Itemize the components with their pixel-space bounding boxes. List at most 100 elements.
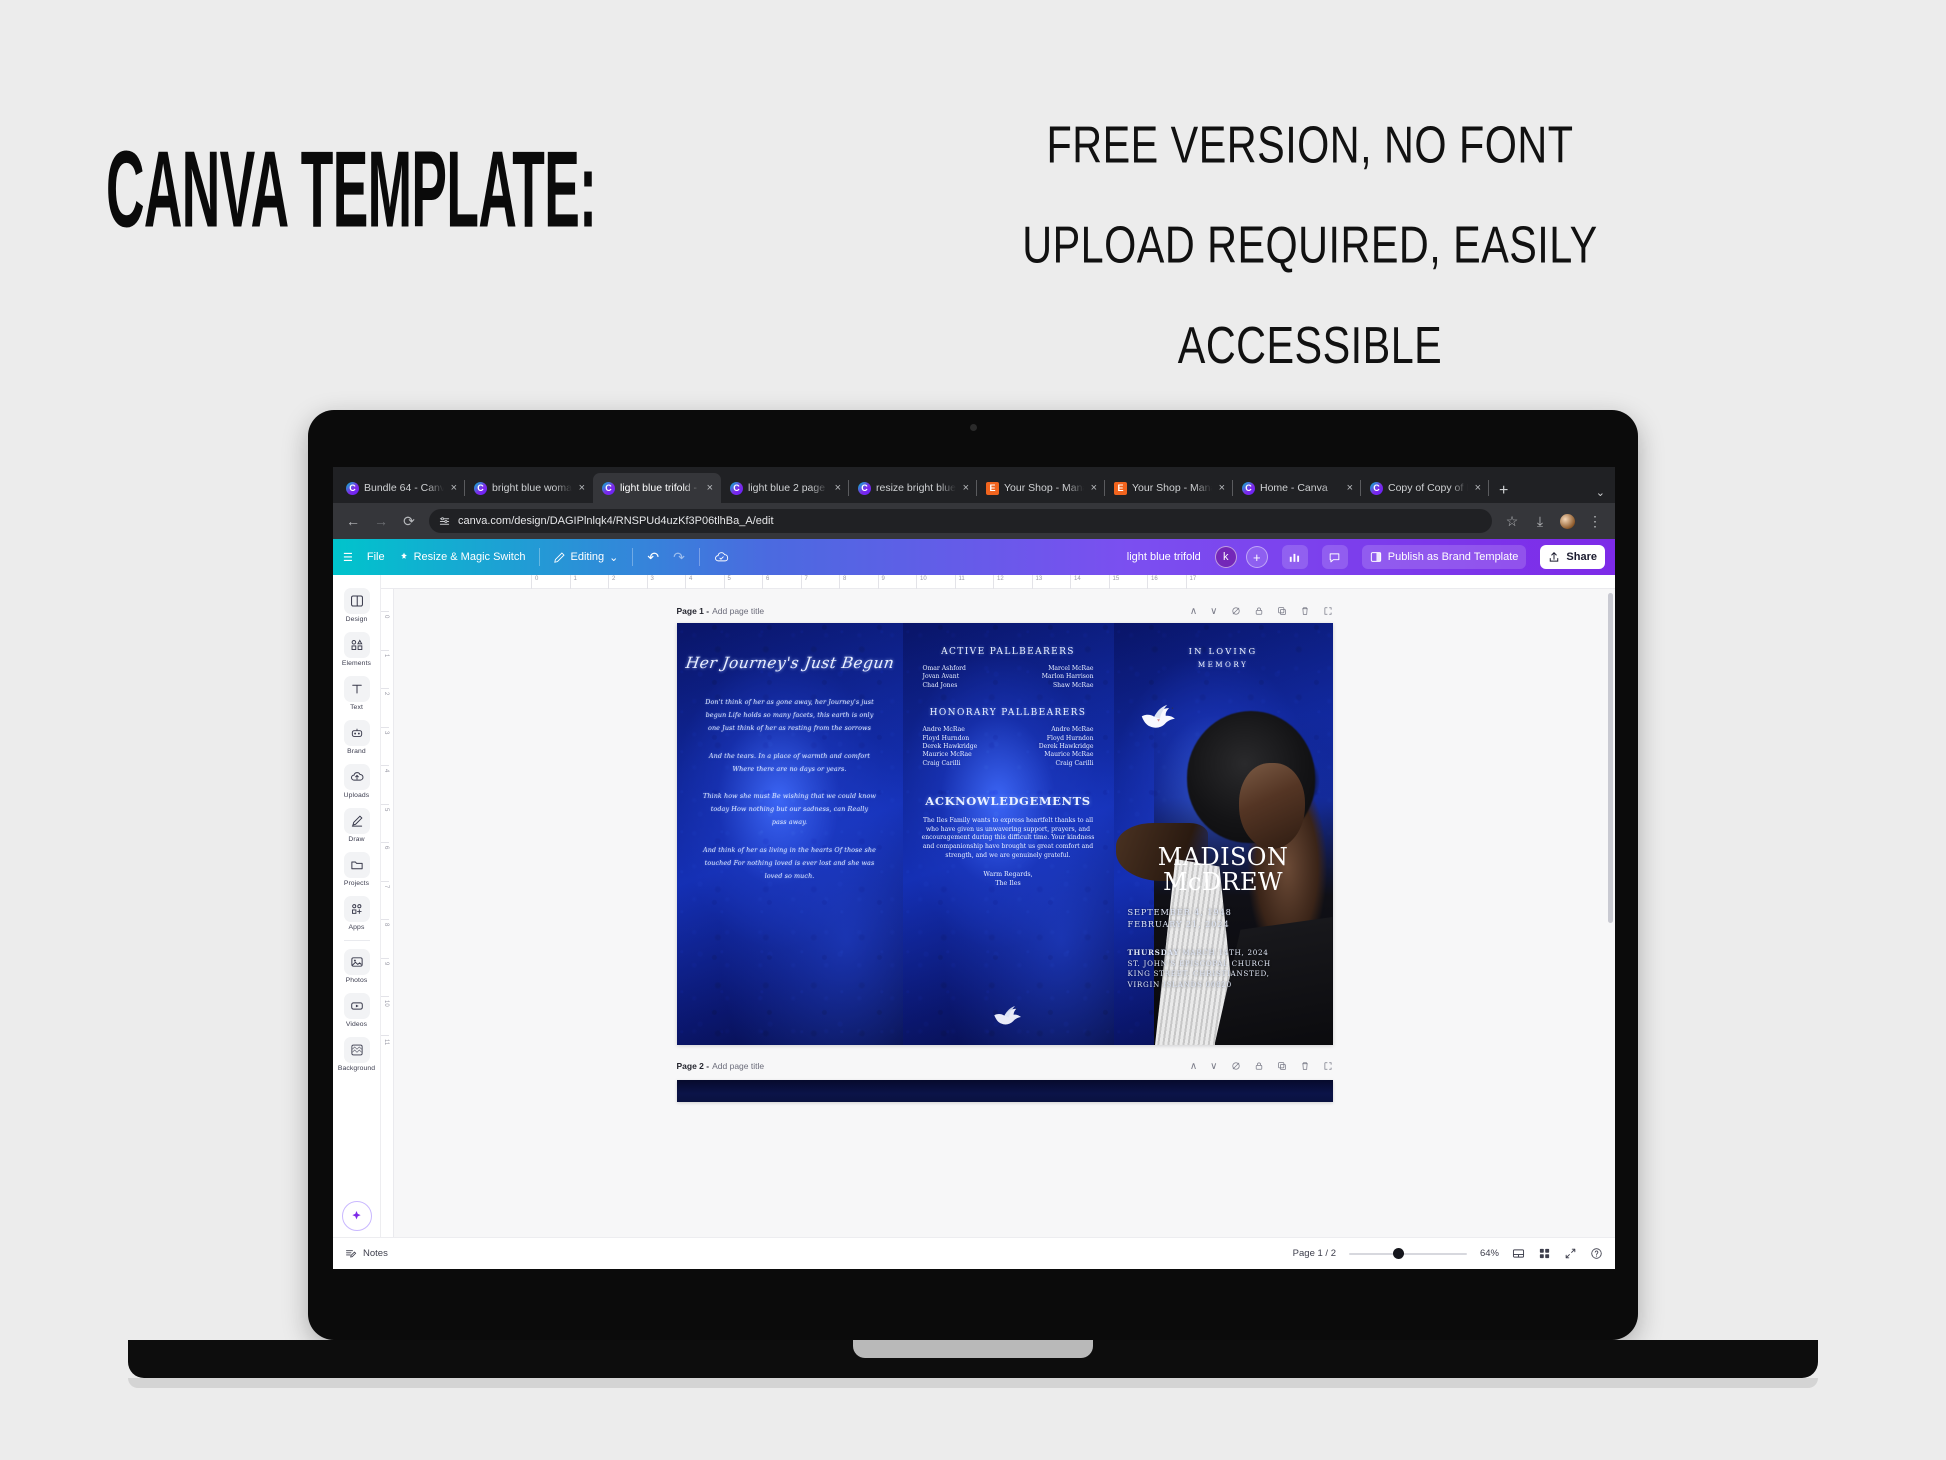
editing-mode-button[interactable]: Editing ⌄ (554, 551, 618, 564)
delete-icon[interactable] (1300, 1061, 1310, 1071)
browser-tab-active[interactable]: C light blue trifold - × (593, 473, 721, 503)
chrome-menu-icon[interactable]: ⋮ (1587, 513, 1603, 530)
delete-icon[interactable] (1300, 606, 1310, 616)
zoom-knob[interactable] (1392, 1248, 1404, 1259)
browser-tab[interactable]: C bright blue woma × (465, 473, 593, 503)
address-bar[interactable]: canva.com/design/DAGIPlnlqk4/RNSPUd4uzKf… (429, 509, 1492, 533)
promo-headline-line-3: ACCESSIBLE (1177, 316, 1443, 375)
resize-magic-switch-button[interactable]: Resize & Magic Switch (399, 551, 526, 563)
pallbearer-name: Jovan Avant (922, 673, 960, 681)
close-icon[interactable]: × (577, 482, 587, 494)
sidebar-item-projects[interactable]: Projects (335, 847, 379, 891)
page-title-input[interactable]: Add page title (712, 1061, 764, 1071)
design-canvas-page-2-preview[interactable] (676, 1080, 1333, 1102)
sidebar-item-draw[interactable]: Draw (335, 803, 379, 847)
close-icon[interactable]: × (961, 482, 971, 494)
page-title-input[interactable]: Add page title (712, 606, 764, 616)
undo-icon[interactable]: ↶ (647, 549, 659, 566)
back-icon[interactable]: ← (345, 513, 361, 529)
hide-page-icon[interactable] (1231, 606, 1241, 616)
sidebar-item-videos[interactable]: Videos (335, 988, 379, 1032)
pallbearer-name: Andre McRae (1051, 726, 1094, 734)
duplicate-icon[interactable] (1277, 1061, 1287, 1071)
browser-tab[interactable]: E Your Shop - Mana × (977, 473, 1105, 503)
close-icon[interactable]: × (705, 482, 715, 494)
move-up-icon[interactable]: ∧ (1190, 1061, 1197, 1072)
add-collaborator-button[interactable]: + (1245, 546, 1268, 568)
canva-statusbar: Notes Page 1 / 2 64% (333, 1237, 1615, 1269)
user-avatar[interactable]: k (1214, 546, 1237, 568)
hide-page-icon[interactable] (1231, 1061, 1241, 1071)
videos-icon (343, 993, 370, 1019)
canvas-workarea[interactable]: 0 1 2 3 4 5 6 7 8 9 10 11 12 13 14 15 16… (381, 575, 1615, 1237)
comment-icon[interactable] (1321, 545, 1348, 569)
insights-icon[interactable] (1281, 545, 1308, 569)
close-icon[interactable]: × (833, 482, 843, 494)
canvas-vertical-scrollbar[interactable] (1608, 593, 1613, 923)
close-icon[interactable]: × (1217, 482, 1227, 494)
tab-title: Home - Canva (1260, 482, 1328, 494)
sidebar-item-photos[interactable]: Photos (335, 944, 379, 988)
browser-tab[interactable]: C light blue 2 page × (721, 473, 849, 503)
help-icon[interactable] (1590, 1247, 1603, 1260)
pallbearer-name: Floyd Hurndon (1046, 734, 1094, 742)
browser-tab[interactable]: C Home - Canva × (1233, 473, 1361, 503)
zoom-level-label[interactable]: 64% (1480, 1248, 1499, 1259)
magic-ai-button[interactable] (341, 1201, 372, 1231)
sidebar-item-brand[interactable]: Brand (335, 715, 379, 759)
sidebar-item-background[interactable]: Background (335, 1032, 379, 1076)
close-icon[interactable]: × (449, 482, 459, 494)
download-icon[interactable]: ⤓ (1532, 513, 1548, 530)
reload-icon[interactable]: ⟳ (401, 513, 417, 530)
ruler-tick: 10 (916, 575, 955, 589)
expand-page-icon[interactable] (1323, 606, 1333, 616)
browser-toolbar: ← → ⟳ canva.com/design/DAGIPlnlqk4/RNSPU… (333, 503, 1615, 539)
fullscreen-icon[interactable] (1564, 1247, 1577, 1260)
browser-tab[interactable]: C resize bright blue × (849, 473, 977, 503)
document-title[interactable]: light blue trifold (1127, 551, 1201, 563)
toolbar-divider (632, 548, 634, 566)
lock-icon[interactable] (1254, 1061, 1264, 1071)
profile-avatar[interactable] (1560, 513, 1575, 529)
canvas-scroll-region[interactable]: Page 1 - Add page title ∧ ∨ Her Journey'… (394, 589, 1615, 1237)
resize-label: Resize & Magic Switch (413, 551, 526, 563)
new-tab-button[interactable]: + (1489, 483, 1516, 503)
pages-view-icon[interactable] (1538, 1247, 1551, 1260)
close-icon[interactable]: × (1473, 482, 1483, 494)
design-canvas-page-1[interactable]: Her Journey's Just Begun Don't think of … (676, 623, 1333, 1045)
browser-tab[interactable]: E Your Shop - Mana × (1105, 473, 1233, 503)
sidebar-item-text[interactable]: Text (335, 671, 379, 715)
zoom-slider[interactable] (1348, 1248, 1467, 1260)
sidebar-label: Uploads (343, 792, 370, 799)
file-menu-button[interactable]: File (367, 551, 385, 563)
share-button[interactable]: Share (1540, 545, 1605, 569)
bookmark-star-icon[interactable]: ☆ (1504, 513, 1520, 530)
browser-tab[interactable]: C Copy of Copy of E × (1361, 473, 1489, 503)
expand-page-icon[interactable] (1323, 1061, 1333, 1071)
ruler-tick: 0 (381, 611, 389, 650)
move-down-icon[interactable]: ∨ (1210, 606, 1217, 617)
lock-icon[interactable] (1254, 606, 1264, 616)
browser-tab[interactable]: C Bundle 64 - Canv × (337, 473, 465, 503)
sidebar-label: Draw (348, 836, 365, 843)
grid-view-icon[interactable] (1512, 1247, 1525, 1260)
hamburger-menu-icon[interactable]: ☰ (343, 551, 353, 564)
sidebar-item-apps[interactable]: Apps (335, 891, 379, 935)
tab-search-button[interactable]: ⌄ (1596, 486, 1615, 503)
sidebar-item-design[interactable]: Design (335, 583, 379, 627)
duplicate-icon[interactable] (1277, 606, 1287, 616)
ruler-tick: 2 (381, 688, 389, 727)
move-up-icon[interactable]: ∧ (1190, 606, 1197, 617)
move-down-icon[interactable]: ∨ (1210, 1061, 1217, 1072)
publish-brand-template-button[interactable]: Publish as Brand Template (1361, 545, 1527, 569)
sidebar-item-elements[interactable]: Elements (335, 627, 379, 671)
redo-icon[interactable]: ↷ (673, 549, 685, 566)
forward-icon[interactable]: → (373, 513, 389, 529)
sidebar-item-uploads[interactable]: Uploads (335, 759, 379, 803)
close-icon[interactable]: × (1089, 482, 1099, 494)
cloud-saved-icon[interactable] (714, 550, 729, 565)
close-icon[interactable]: × (1345, 482, 1355, 494)
notes-button[interactable]: Notes (345, 1248, 388, 1260)
trifold-right-panel: IN LOVING MEMORY MADISON McDREW SEPTEMBE… (1113, 623, 1333, 1045)
service-venue: ST. JOHN'S EPISCOPAL CHURCH (1127, 958, 1271, 968)
